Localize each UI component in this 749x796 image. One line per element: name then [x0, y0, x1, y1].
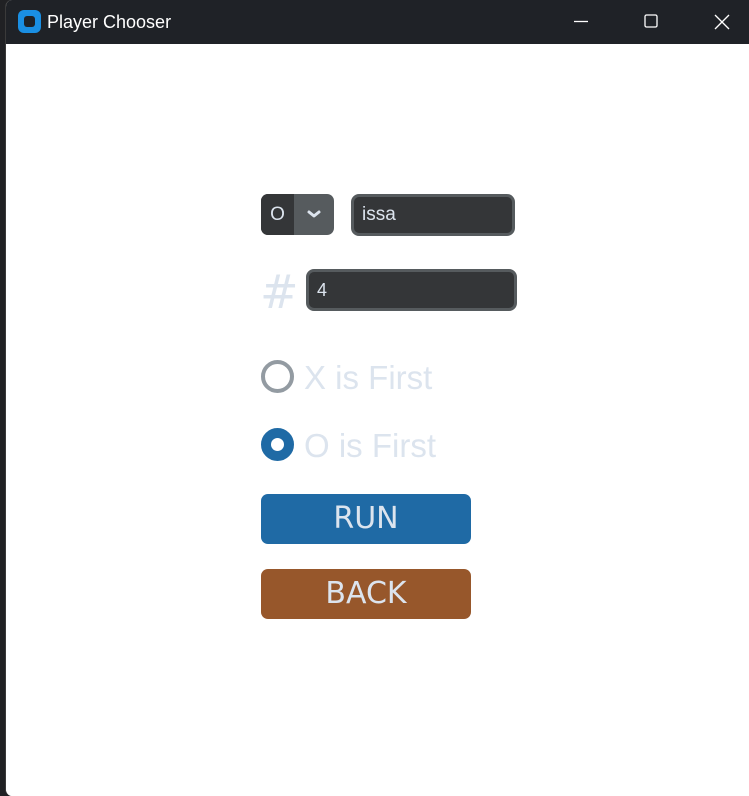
dropdown-button[interactable] — [294, 194, 334, 235]
run-button[interactable]: RUN — [261, 494, 471, 544]
minimize-icon — [574, 20, 588, 23]
player-select[interactable]: O — [261, 194, 334, 235]
chevron-down-icon — [307, 210, 321, 218]
app-icon — [18, 10, 41, 33]
radio-x-first-label[interactable]: X is First — [304, 358, 432, 398]
content-area: O issa # 4 X is First O is First RUN BAC… — [6, 44, 749, 796]
player-select-value: O — [261, 194, 294, 235]
maximize-button[interactable] — [622, 0, 680, 44]
number-input[interactable]: 4 — [306, 269, 517, 311]
minimize-button[interactable] — [552, 0, 610, 44]
title-bar[interactable]: Player Chooser — [6, 0, 749, 44]
radio-o-first-label[interactable]: O is First — [304, 426, 436, 466]
radio-selected-icon[interactable] — [261, 428, 294, 461]
number-label: # — [260, 265, 299, 319]
maximize-icon — [644, 14, 658, 28]
close-icon — [714, 14, 730, 30]
player-name-input[interactable]: issa — [351, 194, 515, 236]
radio-unselected-icon[interactable] — [261, 360, 294, 393]
app-window: Player Chooser O issa # 4 X is First O i… — [5, 0, 749, 796]
back-button[interactable]: BACK — [261, 569, 471, 619]
close-button[interactable] — [692, 0, 749, 44]
window-title: Player Chooser — [47, 12, 172, 32]
